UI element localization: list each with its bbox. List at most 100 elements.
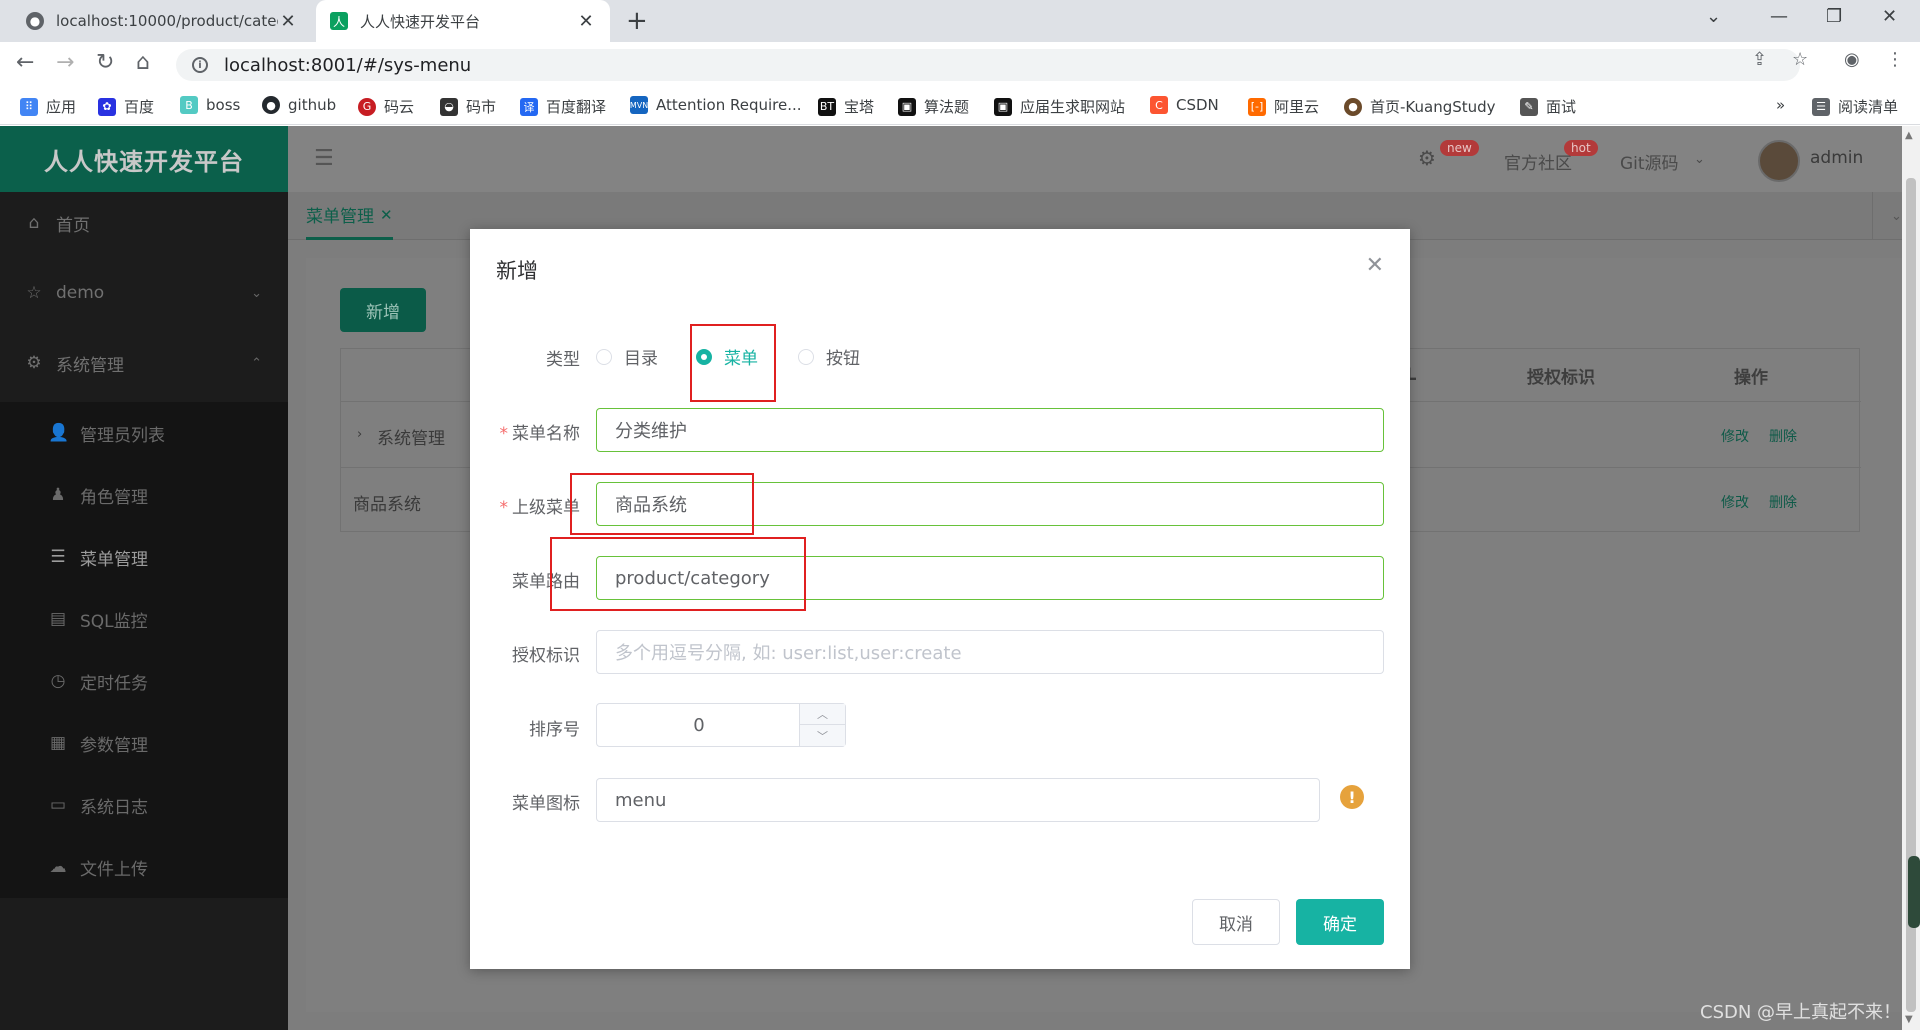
- new-tab-icon[interactable]: +: [626, 6, 648, 36]
- mashi-icon: ◒: [440, 97, 458, 116]
- close-icon[interactable]: ✕: [1366, 253, 1384, 278]
- sidebar-item-admin-list[interactable]: 👤 管理员列表: [0, 402, 288, 464]
- warning-icon[interactable]: !: [1340, 785, 1364, 809]
- bookmark-interview[interactable]: ✎ 面试: [1520, 96, 1576, 117]
- window-close-icon[interactable]: ✕: [1882, 6, 1897, 27]
- bookmark-kuangstudy[interactable]: ● 首页-KuangStudy: [1344, 96, 1496, 117]
- bookmark-aliyun[interactable]: [-] 阿里云: [1248, 96, 1319, 117]
- stepper-arrows: ︿ ﹀: [799, 704, 845, 746]
- delete-link[interactable]: 删除: [1769, 426, 1797, 446]
- sidebar-item-menus[interactable]: ☰ 菜单管理: [0, 526, 288, 588]
- bookmark-github[interactable]: ● github: [262, 96, 336, 114]
- sidebar-item-roles[interactable]: ♟ 角色管理: [0, 464, 288, 526]
- radio-directory[interactable]: 目录: [596, 344, 658, 369]
- cancel-button[interactable]: 取消: [1192, 899, 1280, 945]
- bookmark-baota[interactable]: BT 宝塔: [818, 96, 874, 117]
- home-icon[interactable]: ⌂: [136, 50, 150, 75]
- sidebar-item-system[interactable]: ⚙ 系统管理 ⌃: [0, 332, 288, 394]
- order-stepper[interactable]: 0 ︿ ﹀: [596, 703, 846, 747]
- bookmark-boss[interactable]: Bboss: [180, 96, 240, 114]
- edit-link[interactable]: 修改: [1721, 492, 1749, 512]
- expand-icon[interactable]: ›: [357, 427, 362, 442]
- delete-link[interactable]: 删除: [1769, 492, 1797, 512]
- reload-icon[interactable]: ↻: [96, 50, 114, 75]
- bookmark-gitee[interactable]: G 码云: [358, 96, 414, 117]
- sql-icon: ▤: [49, 609, 67, 629]
- community-link[interactable]: 官方社区: [1504, 149, 1572, 174]
- sidebar-item-sql[interactable]: ▤ SQL监控: [0, 588, 288, 650]
- add-button[interactable]: 新增: [340, 288, 426, 332]
- radio-button[interactable]: 按钮: [798, 344, 860, 369]
- edit-link[interactable]: 修改: [1721, 426, 1749, 446]
- upload-icon: ☁: [49, 857, 67, 877]
- tab-title: 人人快速开发平台: [360, 12, 481, 31]
- avatar[interactable]: [1758, 140, 1800, 182]
- bookmark-csdn[interactable]: C CSDN: [1150, 96, 1219, 114]
- back-icon[interactable]: ←: [16, 50, 34, 75]
- bookmark-algorithm[interactable]: ▣ 算法题: [898, 96, 969, 117]
- chevron-up-icon[interactable]: ︿: [800, 704, 845, 725]
- profile-icon[interactable]: ◉: [1844, 49, 1860, 70]
- sidebar-item-logs[interactable]: ▭ 系统日志: [0, 774, 288, 836]
- side-widget[interactable]: [1908, 856, 1920, 928]
- star-icon[interactable]: ☆: [1792, 49, 1808, 70]
- clock-icon: ◷: [50, 671, 66, 691]
- scroll-up-icon[interactable]: ▲: [1905, 130, 1913, 141]
- apps-icon: ⠿: [20, 97, 38, 116]
- address-bar[interactable]: i localhost:8001/#/sys-menu: [176, 49, 1800, 81]
- reading-list[interactable]: ☰ 阅读清单: [1812, 96, 1898, 117]
- username[interactable]: admin: [1810, 148, 1863, 168]
- info-icon[interactable]: i: [192, 57, 208, 73]
- menu-dots-icon[interactable]: ⋮: [1886, 49, 1904, 70]
- bookmark-jobs[interactable]: ▣ 应届生求职网站: [994, 96, 1125, 117]
- hamburger-icon[interactable]: ☰: [314, 146, 334, 171]
- tab-menu-management[interactable]: 菜单管理 ✕: [306, 192, 393, 240]
- sidebar-item-upload[interactable]: ☁ 文件上传: [0, 836, 288, 898]
- browser-tab-2[interactable]: 人 人人快速开发平台 ✕: [316, 0, 610, 42]
- minimize-icon[interactable]: —: [1770, 6, 1788, 27]
- browser-tab-1[interactable]: ● localhost:10000/product/categ ✕: [12, 0, 312, 42]
- sidebar-item-demo[interactable]: ☆ demo ⌄: [0, 262, 288, 324]
- globe-icon: ●: [26, 12, 44, 30]
- git-source-link[interactable]: Git源码: [1620, 149, 1679, 174]
- gitee-icon: G: [358, 97, 376, 116]
- share-icon[interactable]: ⇪: [1752, 49, 1767, 70]
- row-name: 系统管理: [377, 429, 445, 449]
- bookmark-translate[interactable]: 译百度翻译: [520, 96, 606, 117]
- parent-label: * 上级菜单: [499, 498, 581, 518]
- menu-name-input[interactable]: 分类维护: [596, 408, 1384, 452]
- tab-search-icon[interactable]: ⌄: [1706, 6, 1721, 27]
- sidebar-item-params[interactable]: ▦ 参数管理: [0, 712, 288, 774]
- params-icon: ▦: [49, 733, 67, 753]
- route-label: 菜单路由: [512, 572, 580, 592]
- close-icon[interactable]: ✕: [278, 11, 298, 32]
- bookmark-baidu[interactable]: ✿ 百度: [98, 96, 154, 117]
- route-input[interactable]: product/category: [596, 556, 1384, 600]
- bookmark-mashi[interactable]: ◒ 码市: [440, 96, 496, 117]
- chevron-down-icon[interactable]: ﹀: [800, 725, 845, 746]
- confirm-button[interactable]: 确定: [1296, 899, 1384, 945]
- parent-menu-input[interactable]: 商品系统: [596, 482, 1384, 526]
- baidu-icon: ✿: [98, 97, 116, 116]
- radio-menu[interactable]: 菜单: [696, 344, 758, 369]
- settings-icon[interactable]: ⚙: [1418, 146, 1436, 170]
- role-icon: ♟: [50, 485, 66, 505]
- kuang-icon: ●: [1344, 97, 1362, 116]
- jobs-icon: ▣: [994, 97, 1012, 116]
- type-label: 类型: [546, 350, 580, 370]
- bookmarks-more[interactable]: »: [1776, 96, 1785, 114]
- perms-input[interactable]: 多个用逗号分隔, 如: user:list,user:create: [596, 630, 1384, 674]
- restore-icon[interactable]: ❐: [1826, 6, 1842, 27]
- scroll-down-icon[interactable]: ▼: [1905, 1014, 1913, 1025]
- star-icon: ☆: [26, 283, 42, 303]
- bookmark-apps[interactable]: ⠿ 应用: [20, 96, 76, 117]
- gear-icon: ⚙: [26, 353, 42, 373]
- close-icon[interactable]: ✕: [380, 206, 393, 224]
- close-icon[interactable]: ✕: [576, 11, 596, 32]
- sidebar-item-schedule[interactable]: ◷ 定时任务: [0, 650, 288, 712]
- sidebar-item-home[interactable]: ⌂ 首页: [0, 192, 288, 254]
- user-icon: 👤: [48, 423, 70, 443]
- bookmark-attention[interactable]: MVN Attention Require...: [630, 96, 802, 114]
- menu-icon-input[interactable]: menu: [596, 778, 1320, 822]
- forward-icon[interactable]: →: [56, 50, 74, 75]
